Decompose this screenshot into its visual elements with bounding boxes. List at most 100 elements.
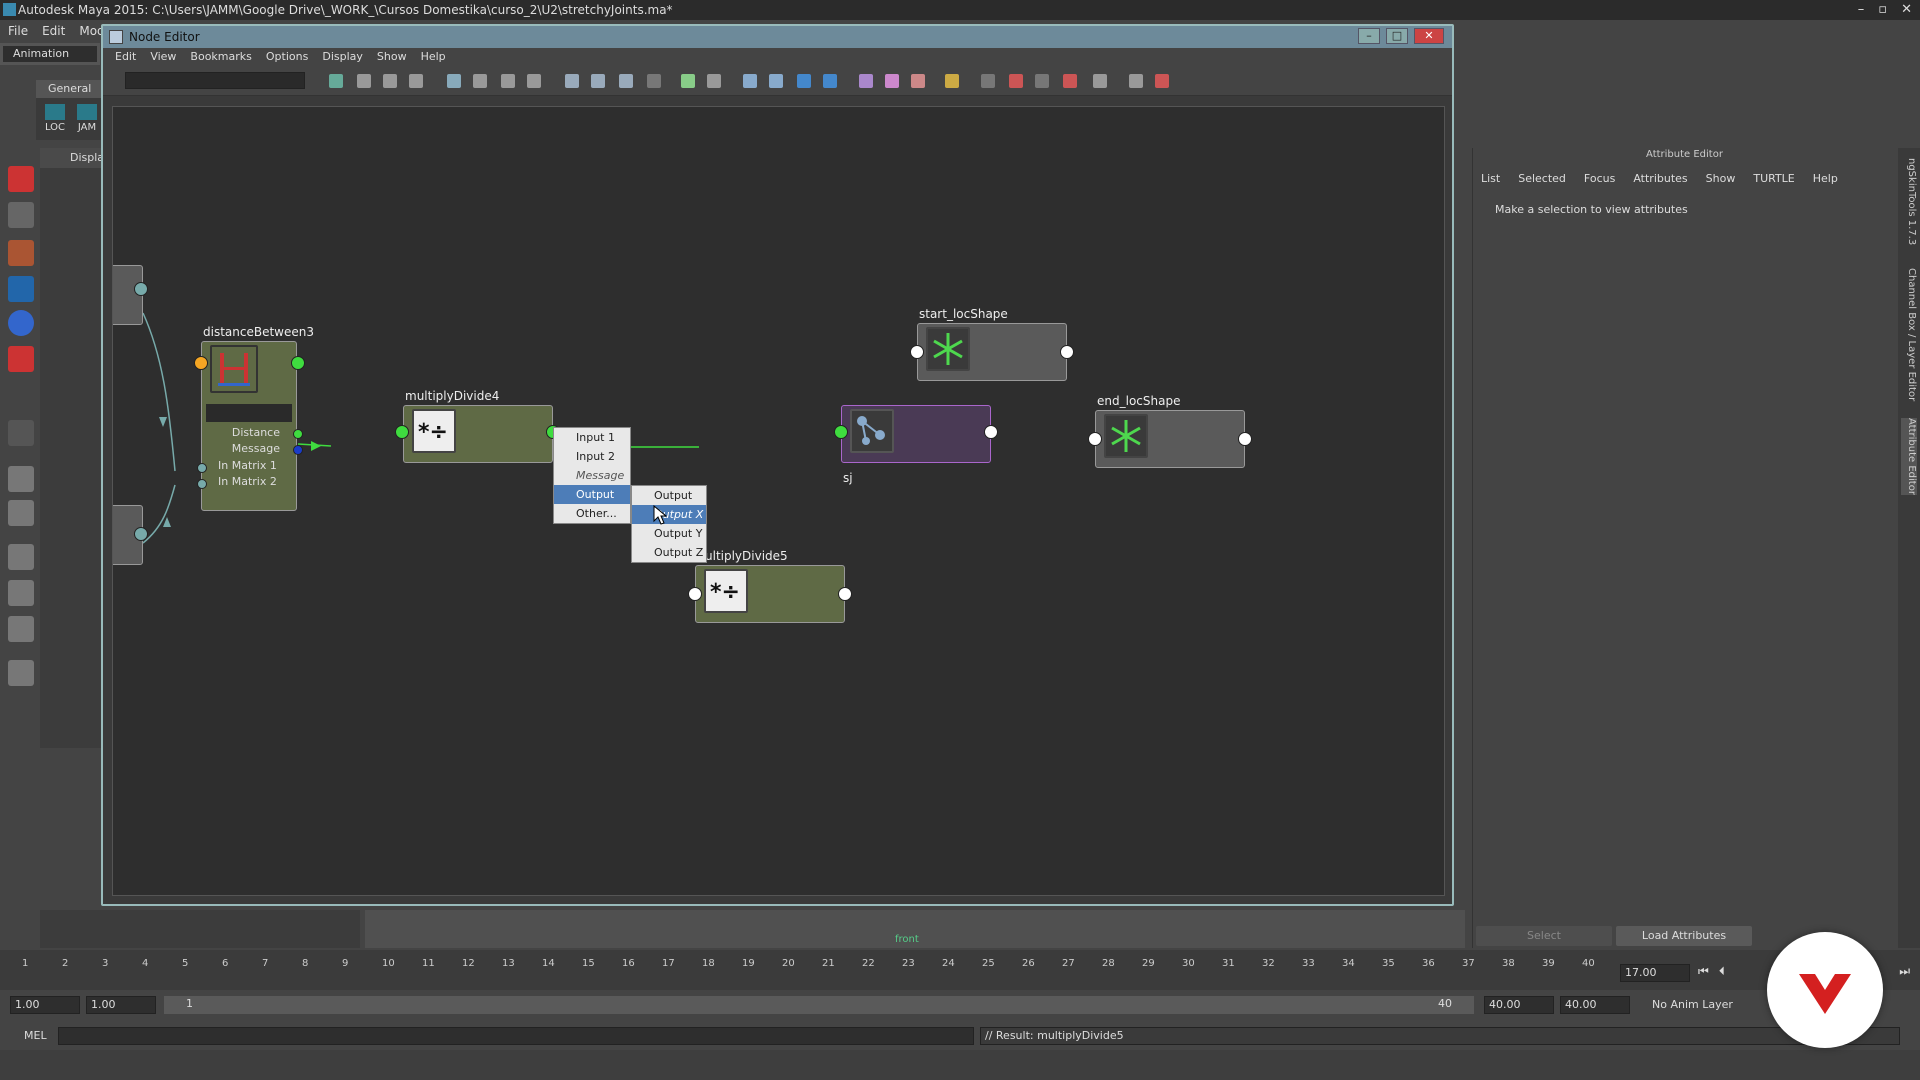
port-offscreen-bottom[interactable] xyxy=(134,527,148,541)
port-md5-input[interactable] xyxy=(688,587,702,601)
prev-bookmark-icon[interactable] xyxy=(797,74,811,88)
ne-menu-bookmarks[interactable]: Bookmarks xyxy=(190,48,251,66)
side-tab-ngskintools[interactable]: ngSkinTools 1.7.3 xyxy=(1901,158,1917,245)
attr-distance[interactable]: Distance xyxy=(232,426,280,439)
ctx-sub-output-x[interactable]: Output X xyxy=(632,505,706,524)
ctx-item-input1[interactable]: Input 1 xyxy=(554,428,630,447)
port-md5-output[interactable] xyxy=(838,587,852,601)
layout-horizontal-icon[interactable] xyxy=(527,74,541,88)
port-message-attr[interactable] xyxy=(293,445,303,455)
side-tab-attribute-editor[interactable]: Attribute Editor xyxy=(1901,418,1917,495)
port-sj-input[interactable] xyxy=(834,425,848,439)
close-icon[interactable]: ✕ xyxy=(1901,0,1912,20)
shelf-item-jam[interactable]: JAM xyxy=(74,102,100,136)
ne-menu-show[interactable]: Show xyxy=(377,48,407,66)
range-bar[interactable]: 1 40 xyxy=(164,996,1474,1014)
port-distance-attr[interactable] xyxy=(293,429,303,439)
full-mode-icon[interactable] xyxy=(619,74,633,88)
show-grid-icon[interactable] xyxy=(1009,74,1023,88)
node-editor-titlebar[interactable]: Node Editor – □ ✕ xyxy=(103,26,1452,48)
mode-selector[interactable]: Animation xyxy=(0,43,100,65)
layout-single-icon[interactable] xyxy=(8,466,34,492)
node-graph-canvas[interactable]: distanceBetween3 Distance Message In Mat… xyxy=(112,106,1445,896)
port-sj-output[interactable] xyxy=(984,425,998,439)
node-multiplydivide4[interactable]: *÷ xyxy=(403,405,553,463)
layout-graph-icon[interactable] xyxy=(8,580,34,606)
node-distancebetween3[interactable]: Distance Message In Matrix 1 In Matrix 2 xyxy=(201,341,297,511)
ne-close-icon[interactable]: ✕ xyxy=(1414,28,1444,44)
add-selected-icon[interactable] xyxy=(447,74,461,88)
ne-menu-edit[interactable]: Edit xyxy=(115,48,136,66)
graph-input-icon[interactable] xyxy=(357,74,371,88)
ne-menu-options[interactable]: Options xyxy=(266,48,308,66)
graph-input-output-icon[interactable] xyxy=(329,74,343,88)
bookmark-add-icon[interactable] xyxy=(769,74,783,88)
pin-icon[interactable] xyxy=(681,74,695,88)
last-tool-icon[interactable] xyxy=(8,420,34,446)
ne-menu-view[interactable]: View xyxy=(150,48,176,66)
command-input[interactable] xyxy=(58,1027,974,1045)
ctx-item-input2[interactable]: Input 2 xyxy=(554,447,630,466)
node-end-locshape[interactable] xyxy=(1095,410,1245,468)
side-tab-channel-box[interactable]: Channel Box / Layer Editor xyxy=(1901,268,1917,401)
ctx-sub-output-z[interactable]: Output Z xyxy=(632,543,706,562)
ctx-sub-output-y[interactable]: Output Y xyxy=(632,524,706,543)
ne-maximize-icon[interactable]: □ xyxy=(1386,28,1408,44)
ae-menu-selected[interactable]: Selected xyxy=(1518,172,1566,185)
command-language[interactable]: MEL xyxy=(24,1029,47,1042)
playback-end-field[interactable]: 40.00 xyxy=(1484,996,1554,1014)
port-md4-input[interactable] xyxy=(395,425,409,439)
node-multiplydivide5[interactable]: *÷ xyxy=(695,565,845,623)
distance-name-field[interactable] xyxy=(206,404,292,422)
remove-selected-icon[interactable] xyxy=(473,74,487,88)
outliner-display-menu[interactable]: Display xyxy=(40,148,111,168)
current-frame-field[interactable]: 17.00 xyxy=(1620,964,1690,982)
attribute-filter-icon[interactable] xyxy=(945,74,959,88)
layout-icon[interactable] xyxy=(501,74,515,88)
ctx-item-message[interactable]: Message xyxy=(554,466,630,485)
playback-start-field[interactable]: 1.00 xyxy=(86,996,156,1014)
frame-all-icon[interactable] xyxy=(1093,74,1107,88)
move-tool-icon[interactable] xyxy=(8,276,34,302)
port-offscreen-top[interactable] xyxy=(134,282,148,296)
port-start-input[interactable] xyxy=(910,345,924,359)
ne-menu-display[interactable]: Display xyxy=(322,48,363,66)
time-slider[interactable]: 1 2 3 4 5 6 7 8 9 10 11 12 13 14 15 16 17 17 18 19 20 21 22 23 2… xyxy=(0,950,1920,990)
attr-in-matrix-1[interactable]: In Matrix 1 xyxy=(218,459,277,472)
start-time-field[interactable]: 1.00 xyxy=(10,996,80,1014)
menu-edit[interactable]: Edit xyxy=(42,24,65,38)
ne-menu-help[interactable]: Help xyxy=(421,48,446,66)
ctx-item-other[interactable]: Other... xyxy=(554,504,630,523)
ae-menu-turtle[interactable]: TURTLE xyxy=(1753,172,1794,185)
scale-up-icon[interactable] xyxy=(1063,74,1077,88)
step-back-icon[interactable]: ⏴ xyxy=(1719,964,1725,979)
swatch-off-icon[interactable] xyxy=(911,74,925,88)
end-time-field[interactable]: 40.00 xyxy=(1560,996,1630,1014)
unpin-icon[interactable] xyxy=(707,74,721,88)
grid-toggle-icon[interactable] xyxy=(1129,74,1143,88)
port-end-input[interactable] xyxy=(1088,432,1102,446)
outliner-scroll-area[interactable] xyxy=(40,910,360,948)
ae-menu-focus[interactable]: Focus xyxy=(1584,172,1615,185)
attr-message[interactable]: Message xyxy=(232,442,280,455)
swatch-icon[interactable] xyxy=(859,74,873,88)
paint-tool-icon[interactable] xyxy=(8,240,34,266)
restore-icon[interactable] xyxy=(1155,74,1169,88)
node-search-input[interactable] xyxy=(125,72,305,89)
ae-menu-help[interactable]: Help xyxy=(1813,172,1838,185)
minimize-icon[interactable]: – xyxy=(1858,0,1865,20)
simple-mode-icon[interactable] xyxy=(565,74,579,88)
port-distance-output[interactable] xyxy=(291,356,305,370)
port-in-matrix-2[interactable] xyxy=(197,479,207,489)
bookmark-icon[interactable] xyxy=(743,74,757,88)
next-bookmark-icon[interactable] xyxy=(823,74,837,88)
ae-menu-list[interactable]: List xyxy=(1481,172,1500,185)
port-in-matrix-1[interactable] xyxy=(197,463,207,473)
ctx-item-output[interactable]: Output xyxy=(554,485,630,504)
clear-graph-icon[interactable] xyxy=(409,74,423,88)
menu-file[interactable]: File xyxy=(8,24,28,38)
connected-mode-icon[interactable] xyxy=(591,74,605,88)
lasso-tool-icon[interactable] xyxy=(8,202,34,228)
layout-hypershade-icon[interactable] xyxy=(8,616,34,642)
scale-tool-icon[interactable] xyxy=(8,346,34,372)
